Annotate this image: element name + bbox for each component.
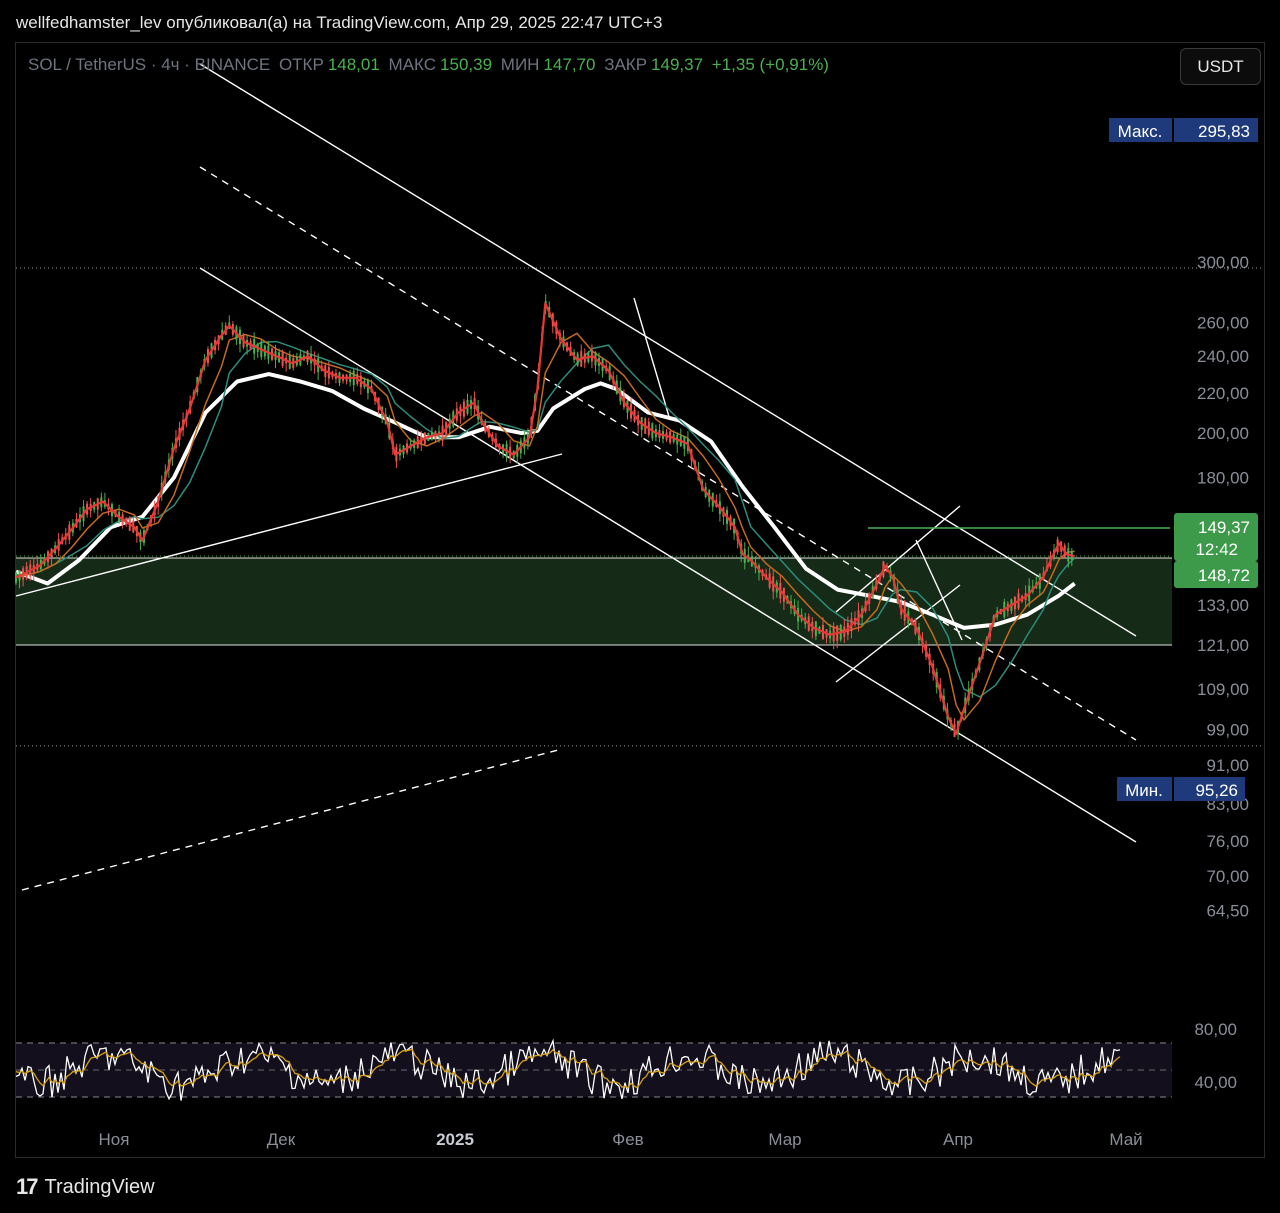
price-tick-label: 133,00	[1197, 596, 1249, 615]
time-tick-label: Дек	[267, 1130, 296, 1149]
channel-upper-line	[199, 63, 1137, 637]
price-tick-label: 64,50	[1206, 901, 1249, 920]
price-tick-label: 240,00	[1197, 347, 1249, 366]
time-axis: Ноя Дек 2025 Фев Мар Апр Май	[99, 1130, 1143, 1149]
time-tick-label: Май	[1109, 1130, 1142, 1149]
rising-dashed-line	[21, 748, 563, 891]
price-tick-label: 99,00	[1206, 721, 1249, 740]
low-value: 147,70	[543, 55, 596, 74]
symbol-label[interactable]: SOL / TetherUS · 4ч · BINANCE	[28, 55, 270, 74]
candlesticks	[15, 294, 1073, 740]
time-tick-label: Ноя	[99, 1130, 130, 1149]
low-label: МИН	[500, 55, 540, 74]
price-tick-label: 300,00	[1197, 253, 1249, 272]
high-label: МАКС	[388, 55, 437, 74]
rsi-tick-80: 80,00	[1194, 1020, 1237, 1039]
min-badge: Мин. 95,26	[1117, 777, 1245, 801]
high-value: 150,39	[440, 55, 493, 74]
countdown-value: 12:42	[1195, 540, 1238, 559]
price-tick-label: 70,00	[1206, 867, 1249, 886]
max-badge-value: 295,83	[1198, 122, 1250, 141]
price-tick-label: 180,00	[1197, 468, 1249, 487]
moving-average-orange	[15, 332, 1075, 722]
channel-mid-dashed-line	[199, 166, 1137, 741]
level-price-badge: 148,72	[1174, 561, 1258, 588]
price-line-red	[15, 302, 1075, 735]
price-tick-label: 121,00	[1197, 636, 1249, 655]
min-badge-value: 95,26	[1195, 781, 1238, 800]
time-tick-label: 2025	[436, 1130, 474, 1149]
last-price-badge: 149,37 12:42	[1174, 513, 1258, 561]
ohlc-legend: SOL / TetherUS · 4ч · BINANCE ОТКР 148,01…	[28, 55, 833, 75]
close-label: ЗАКР	[604, 55, 648, 74]
time-tick-label: Апр	[943, 1130, 973, 1149]
price-tick-label: 91,00	[1206, 756, 1249, 775]
min-badge-label: Мин.	[1125, 781, 1163, 800]
short-trend-line	[633, 297, 671, 421]
currency-button[interactable]: USDT	[1180, 48, 1261, 85]
change-value: +1,35 (+0,91%)	[711, 55, 829, 74]
level-price-value: 148,72	[1198, 566, 1250, 585]
channel-lower-line	[199, 267, 1137, 843]
trendline-drawings	[15, 63, 1170, 891]
time-tick-label: Фев	[612, 1130, 643, 1149]
price-tick-label: 109,00	[1197, 680, 1249, 699]
price-chart[interactable]: 80,00 40,00 300,00 260,00 240,00 220,00 200,…	[0, 0, 1280, 1213]
brand-name: TradingView	[44, 1175, 155, 1198]
last-price-value: 149,37	[1198, 518, 1250, 537]
max-badge-label: Макс.	[1118, 122, 1163, 141]
open-label: ОТКР	[278, 55, 324, 74]
price-tick-label: 200,00	[1197, 424, 1249, 443]
price-tick-label: 76,00	[1206, 832, 1249, 851]
price-tick-label: 260,00	[1197, 313, 1249, 332]
open-value: 148,01	[327, 55, 380, 74]
time-tick-label: Мар	[768, 1130, 801, 1149]
footer-brand: 17 TradingView	[16, 1174, 155, 1200]
close-value: 149,37	[651, 55, 704, 74]
rsi-tick-40: 40,00	[1194, 1073, 1237, 1092]
support-zone	[16, 558, 1172, 645]
tradingview-logo-icon: 17	[16, 1174, 39, 1199]
price-tick-label: 220,00	[1197, 384, 1249, 403]
max-badge: Макс. 295,83	[1109, 118, 1258, 142]
